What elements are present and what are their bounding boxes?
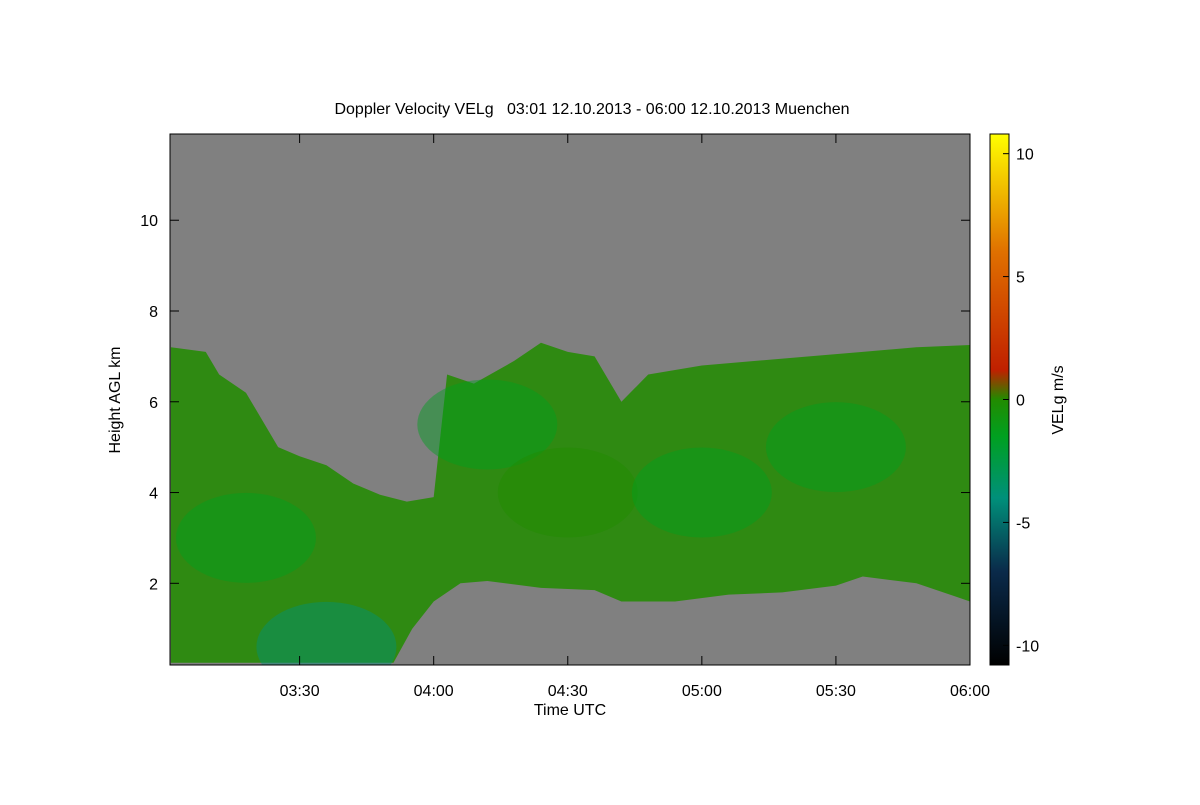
y-tick-label: 4 — [149, 486, 158, 503]
x-tick-label: 05:30 — [816, 683, 856, 700]
x-axis-label: Time UTC — [534, 702, 606, 719]
y-axis-label: Height AGL km — [107, 346, 124, 453]
colorbar-label: VELg m/s — [1050, 365, 1067, 434]
chart-svg: Doppler Velocity VELg 03:01 12.10.2013 -… — [107, 101, 1067, 719]
x-tick-label: 04:00 — [414, 683, 454, 700]
velocity-sample — [631, 447, 772, 538]
velocity-sample — [175, 492, 316, 583]
y-tick-label: 8 — [149, 304, 158, 321]
colorbar-tick-label: 10 — [1016, 147, 1034, 164]
colorbar-tick-label: 0 — [1016, 393, 1025, 410]
colorbar-tick-label: -5 — [1016, 515, 1030, 532]
y-tick-label: 6 — [149, 395, 158, 412]
y-tick-label: 2 — [149, 576, 158, 593]
doppler-velocity-chart: Doppler Velocity VELg 03:01 12.10.2013 -… — [0, 0, 1200, 800]
x-tick-label: 03:30 — [280, 683, 320, 700]
x-tick-label: 04:30 — [548, 683, 588, 700]
velocity-sample — [497, 447, 638, 538]
chart-title: Doppler Velocity VELg 03:01 12.10.2013 -… — [334, 101, 849, 118]
x-tick-label: 06:00 — [950, 683, 990, 700]
colorbar-tick-label: 5 — [1016, 270, 1025, 287]
velocity-sample — [256, 601, 397, 665]
velocity-sample — [765, 402, 906, 493]
x-tick-label: 05:00 — [682, 683, 722, 700]
y-tick-label: 10 — [140, 213, 158, 230]
colorbar-tick-label: -10 — [1016, 638, 1039, 655]
